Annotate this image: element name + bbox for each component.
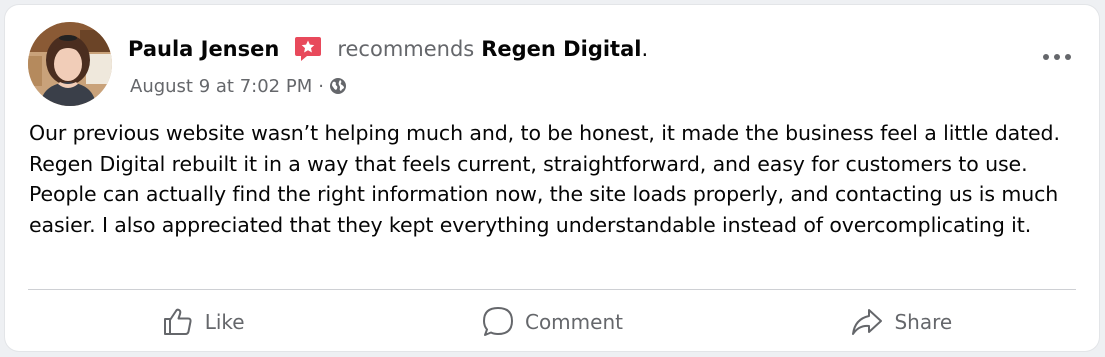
more-dot-icon xyxy=(1054,54,1060,60)
author-name[interactable]: Paula Jensen xyxy=(128,37,279,61)
page-name-link[interactable]: Regen Digital xyxy=(481,37,641,61)
meta-separator: · xyxy=(318,75,324,97)
comment-label: Comment xyxy=(524,310,623,334)
share-arrow-icon xyxy=(852,309,883,335)
comment-bubble-icon xyxy=(482,307,513,336)
post-header-line: Paula Jensen recommends Regen Digital. xyxy=(128,33,648,65)
avatar-photo xyxy=(28,22,112,106)
thumbs-up-icon xyxy=(163,308,192,335)
page-name-period: . xyxy=(641,37,649,61)
post-actions-bar: Like Comment Share xyxy=(28,295,1076,349)
like-button[interactable]: Like xyxy=(28,295,377,349)
actions-divider xyxy=(28,289,1076,290)
more-options-button[interactable] xyxy=(1037,42,1077,72)
share-button[interactable]: Share xyxy=(727,295,1076,349)
comment-button[interactable]: Comment xyxy=(377,295,726,349)
more-dot-icon xyxy=(1065,54,1071,60)
recommends-verb: recommends xyxy=(337,37,475,61)
globe-icon[interactable] xyxy=(329,77,347,95)
share-label: Share xyxy=(894,310,953,334)
post-timestamp[interactable]: August 9 at 7:02 PM xyxy=(130,76,312,97)
more-dot-icon xyxy=(1043,54,1049,60)
avatar[interactable] xyxy=(28,22,112,106)
post-card: Paula Jensen recommends Regen Digital. A… xyxy=(5,5,1099,351)
post-body-text: Our previous website wasn’t helping much… xyxy=(29,121,1060,237)
like-label: Like xyxy=(204,310,245,334)
recommend-star-icon xyxy=(293,34,323,64)
post-meta: August 9 at 7:02 PM · xyxy=(130,73,347,99)
